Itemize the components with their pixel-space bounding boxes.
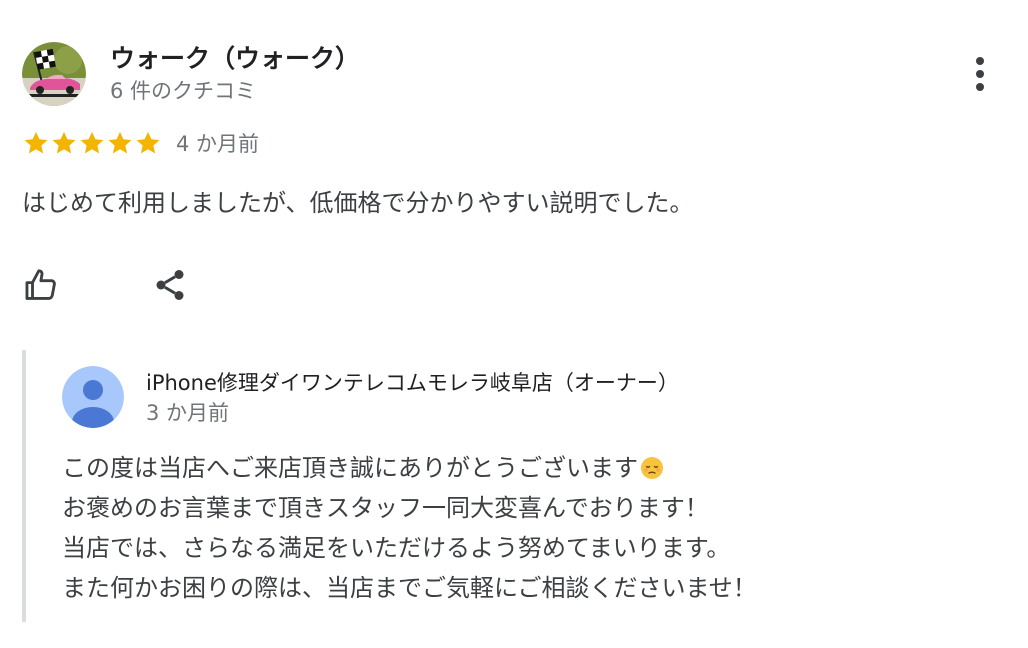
reply-line-text: お褒めのお言葉まで頂きスタッフ一同大変喜んでおります！: [62, 494, 709, 522]
star-icon: [136, 131, 160, 154]
owner-meta: iPhone修理ダイワンテレコムモレラ岐阜店（オーナー） 3 か月前: [146, 366, 679, 428]
star-icon: [108, 131, 132, 154]
owner-header: iPhone修理ダイワンテレコムモレラ岐阜店（オーナー） 3 か月前: [62, 366, 679, 428]
like-button[interactable]: [20, 263, 64, 307]
star-icon: [52, 131, 76, 154]
race-car-checkered-flag-avatar-icon: [22, 42, 86, 106]
reviewer-review-count: 6 件のクチコミ: [110, 79, 257, 103]
owner-avatar[interactable]: [62, 366, 124, 428]
owner-response-text: この度は当店へご来店頂き誠にありがとうございます お褒めのお言葉まで頂きスタッフ…: [62, 448, 757, 608]
star-icon: [80, 131, 104, 154]
reply-line-text: この度は当店へご来店頂き誠にありがとうございます: [62, 454, 638, 482]
reply-line: 当店では、さらなる満足をいただけるよう努めてまいります。: [62, 528, 757, 568]
owner-name[interactable]: iPhone修理ダイワンテレコムモレラ岐阜店（オーナー）: [146, 368, 679, 398]
pensive-face-emoji-icon: [641, 457, 663, 479]
reply-line: この度は当店へご来店頂き誠にありがとうございます: [62, 448, 757, 488]
thumb-up-icon: [25, 269, 56, 300]
reply-line: お褒めのお言葉まで頂きスタッフ一同大変喜んでおります！: [62, 488, 757, 528]
star-icon: [24, 131, 48, 154]
review-date: 4 か月前: [176, 132, 260, 156]
star-rating: [22, 129, 162, 157]
more-vert-icon-dot: [976, 83, 984, 91]
share-icon: [156, 270, 184, 300]
more-options-button[interactable]: [962, 52, 998, 96]
reviewer-avatar[interactable]: [22, 42, 86, 106]
reply-line-text: 当店では、さらなる満足をいただけるよう努めてまいります。: [62, 534, 731, 562]
reviewer-meta: ウォーク（ウォーク） 6 件のクチコミ: [110, 42, 360, 106]
reviewer-name[interactable]: ウォーク（ウォーク）: [110, 42, 360, 76]
rating-row: 4 か月前: [22, 128, 259, 158]
share-button[interactable]: [148, 263, 192, 307]
review-header: ウォーク（ウォーク） 6 件のクチコミ: [22, 42, 360, 106]
review-text: はじめて利用しましたが、低価格で分かりやすい説明でした。: [22, 189, 694, 217]
reply-line: また何かお困りの際は、当店までご気軽にご相談くださいませ！: [62, 568, 757, 608]
owner-response: iPhone修理ダイワンテレコムモレラ岐阜店（オーナー） 3 か月前 この度は当…: [22, 350, 1006, 622]
default-person-avatar-icon: [62, 366, 124, 428]
owner-response-date: 3 か月前: [146, 401, 230, 425]
more-vert-icon-dot: [976, 70, 984, 78]
reply-line-text: また何かお困りの際は、当店までご気軽にご相談くださいませ！: [62, 574, 757, 602]
more-vert-icon: [976, 57, 984, 65]
